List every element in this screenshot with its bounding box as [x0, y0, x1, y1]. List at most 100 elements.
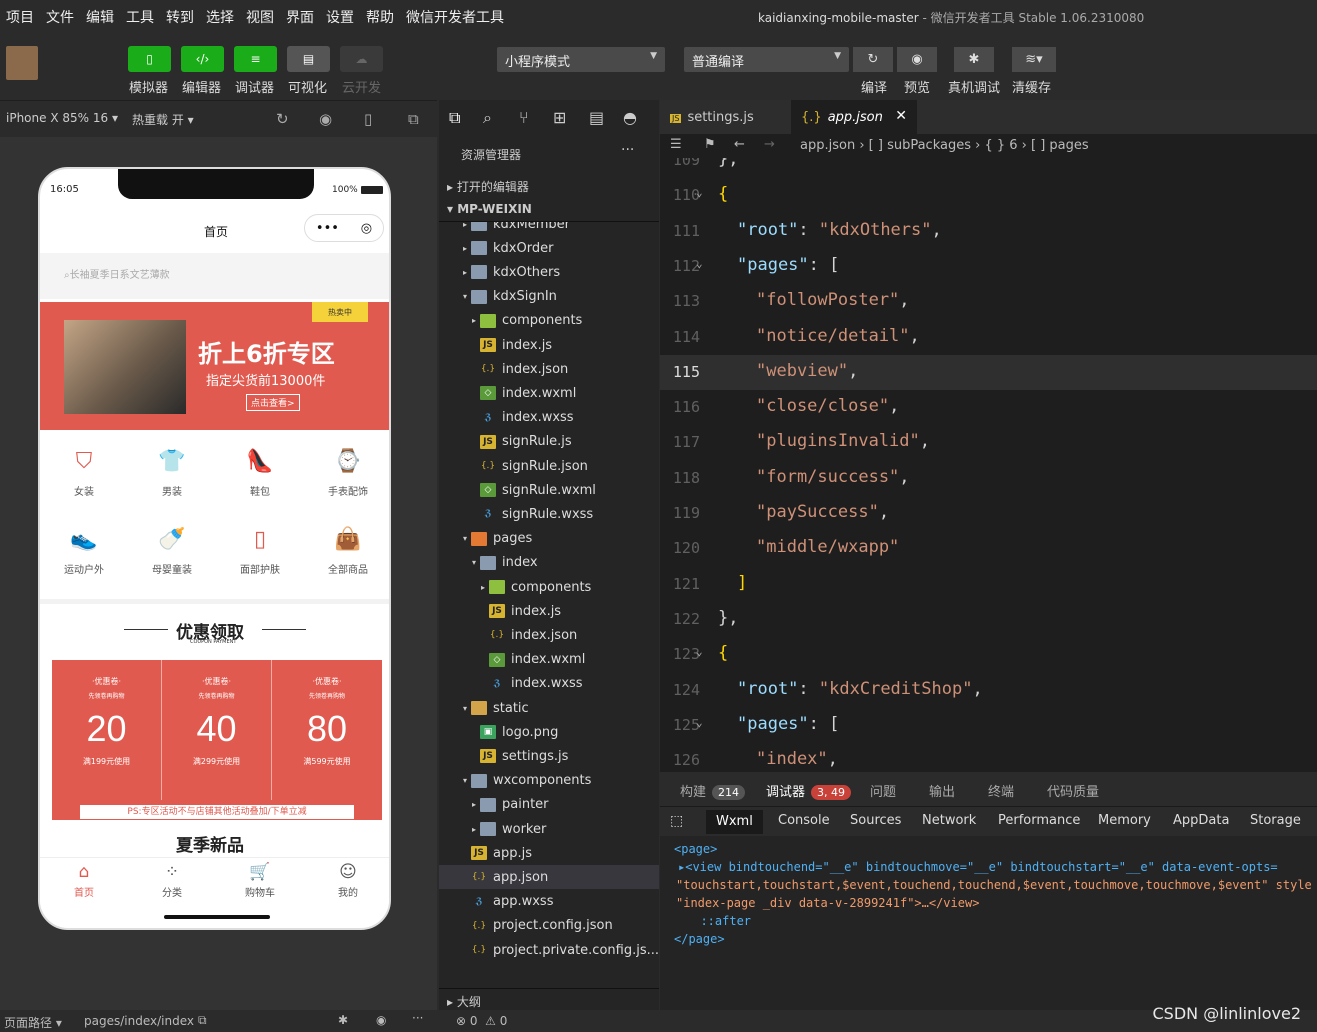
outline-section[interactable]: ▸ 大纲 [439, 988, 659, 1012]
extensions-icon[interactable]: ⊞ [553, 108, 566, 127]
bug-status-icon[interactable]: ✱ [338, 1013, 348, 1027]
inspect-icon[interactable]: ⬚ [670, 813, 683, 829]
devtools-panel-tab[interactable]: Wxml [706, 810, 763, 834]
breadcrumb-item[interactable]: [ ] pages [1031, 138, 1089, 153]
devtools-panel-tab[interactable]: Network [922, 813, 976, 828]
tree-item[interactable]: ℨindex.wxss [439, 406, 659, 430]
wxml-tree[interactable]: <page> ▸<view bindtouchend="__e" bindtouc… [660, 836, 1317, 1010]
tree-item[interactable]: ℨapp.wxss [439, 890, 659, 914]
docker-icon[interactable]: ◓ [623, 108, 637, 127]
tree-item[interactable]: JS signRule.js [439, 430, 659, 454]
reload-icon[interactable]: ↻ [276, 110, 289, 128]
menu-item[interactable]: 微信开发者工具 [400, 7, 510, 27]
coupon-card[interactable]: ·优惠卷· 先领卷再购物 20 满199元使用 [52, 660, 162, 800]
visual-toggle-button[interactable]: ▤ [287, 46, 330, 72]
clear-cache-button[interactable]: ≋▾ [1012, 47, 1056, 72]
tree-item[interactable]: ▸ kdxOthers [439, 260, 659, 284]
menu-item[interactable]: 设置 [320, 7, 360, 27]
tab-app-json[interactable]: {.} app.json ✕ [791, 100, 917, 134]
problems-indicator[interactable]: ⊗ 0 ⚠ 0 [456, 1014, 507, 1028]
coupon-card[interactable]: ·优惠卷· 先领卷再购物 40 满299元使用 [162, 660, 272, 800]
breadcrumb-item[interactable]: [ ] subPackages [869, 138, 971, 153]
devtools-tab[interactable]: 输出 [929, 781, 955, 800]
tree-item[interactable]: {.} app.json [439, 865, 659, 890]
tree-item[interactable]: {.} signRule.json [439, 454, 659, 478]
devtools-panel-tab[interactable]: Console [778, 813, 830, 828]
more-icon[interactable]: ••• [316, 221, 339, 236]
bookmark-icon[interactable]: ⚑ [704, 137, 716, 152]
editor-toggle-button[interactable]: ‹/› [181, 46, 224, 72]
code-area[interactable]: 109}, 110 ⌄{111 "root": "kdxOthers", 112 ⌄ "pa… [660, 158, 1317, 772]
tree-item[interactable]: ◇ signRule.wxml [439, 478, 659, 502]
list-icon[interactable]: ☰ [670, 137, 682, 152]
category-item[interactable]: ⌚ 手表配饰 [304, 439, 389, 513]
devtools-tab[interactable]: 代码质量 [1047, 781, 1099, 800]
close-tab-icon[interactable]: ✕ [895, 108, 907, 124]
breadcrumb-item[interactable]: { } 6 [984, 138, 1017, 153]
page-path-select[interactable]: 页面路径 ▾ [4, 1014, 62, 1031]
devtools-panel-tab[interactable]: Performance [998, 813, 1080, 828]
open-editors-section[interactable]: ▸ 打开的编辑器 [439, 174, 659, 198]
category-item[interactable]: 👟 运动户外 [40, 517, 128, 591]
capsule-menu[interactable]: ••• ◎ [304, 214, 384, 242]
category-item[interactable]: 🍼 母婴童装 [128, 517, 216, 591]
files-icon[interactable]: ⧉ [449, 108, 460, 128]
close-capsule-icon[interactable]: ◎ [361, 221, 372, 236]
hot-reload-select[interactable]: 热重载 开 ▾ [132, 111, 194, 128]
menu-item[interactable]: 工具 [120, 7, 160, 27]
tree-item[interactable]: {.} index.json [439, 357, 659, 381]
wxml-node-line[interactable]: <page> [674, 842, 717, 856]
category-item[interactable]: 👜 全部商品 [304, 517, 389, 591]
tree-item[interactable]: ▸ painter [439, 793, 659, 817]
tree-item[interactable]: ▾ index [439, 551, 659, 575]
wxml-node-line[interactable]: "index-page _div data-v-2899241f">…</vie… [676, 896, 979, 910]
tree-item[interactable]: ▾ static [439, 696, 659, 720]
tree-item[interactable]: JS app.js [439, 841, 659, 865]
compile-mode-select[interactable]: 普通编译 ▼ [684, 47, 849, 72]
devtools-panel-tab[interactable]: Memory [1098, 813, 1151, 828]
devtools-tab[interactable]: 终端 [988, 781, 1014, 800]
stop-icon[interactable]: ◉ [319, 110, 332, 128]
tree-item[interactable]: ▸ worker [439, 817, 659, 841]
tree-item[interactable]: JS index.js [439, 333, 659, 357]
device-select[interactable]: iPhone X 85% 16 ▾ [6, 111, 118, 125]
category-item[interactable]: 👠 鞋包 [216, 439, 304, 513]
cloud-toggle-button[interactable]: ☁ [340, 46, 383, 72]
wxml-node-line[interactable]: ::after [686, 914, 751, 928]
breadcrumb-item[interactable]: app.json [800, 138, 855, 153]
tabbar-item[interactable]: ⁘ 分类 [128, 862, 216, 908]
tabbar-item[interactable]: 🛒 购物车 [216, 862, 304, 908]
coupon-card[interactable]: ·优惠卷· 先领卷再购物 80 满599元使用 [272, 660, 382, 800]
tree-item[interactable]: {.} project.config.json [439, 914, 659, 938]
wxml-node-line[interactable]: "touchstart,touchstart,$event,touchend,t… [676, 878, 1312, 892]
tree-item[interactable]: ◇ index.wxml [439, 381, 659, 405]
tree-item[interactable]: ▸ kdxOrder [439, 236, 659, 260]
category-item[interactable]: ⛉ 女装 [40, 439, 128, 513]
debug-icon[interactable]: ▤ [589, 108, 604, 127]
tree-item[interactable]: ℨindex.wxss [439, 672, 659, 696]
tree-item[interactable]: ◇ index.wxml [439, 648, 659, 672]
tree-item[interactable]: ℨsignRule.wxss [439, 502, 659, 526]
tree-item[interactable]: ▾ wxcomponents [439, 769, 659, 793]
eye-status-icon[interactable]: ◉ [376, 1013, 386, 1027]
devtools-tab[interactable]: 调试器 3, 49 [766, 781, 852, 800]
menu-item[interactable]: 视图 [240, 7, 280, 27]
tree-item[interactable]: JS settings.js [439, 744, 659, 768]
back-icon[interactable]: ← [734, 137, 745, 152]
tree-item[interactable]: {.} project.private.config.js... [439, 938, 659, 962]
detach-icon[interactable]: ⧉ [408, 110, 419, 128]
menu-item[interactable]: 编辑 [80, 7, 120, 27]
tree-item[interactable]: ▸ components [439, 575, 659, 599]
fold-chevron-icon[interactable]: ⌄ [696, 186, 703, 199]
tree-item[interactable]: JS index.js [439, 599, 659, 623]
more-status-icon[interactable]: ··· [412, 1011, 423, 1025]
devtools-tab[interactable]: 构建 214 [680, 781, 746, 800]
banner-button[interactable]: 点击查看> [246, 394, 300, 411]
devtools-panel-tab[interactable]: Storage [1250, 813, 1301, 828]
search-input[interactable]: ⌕长袖夏季日系文艺薄款 [64, 266, 170, 281]
wxml-node-line[interactable]: </page> [674, 932, 725, 946]
real-device-debug-button[interactable]: ✱ [954, 47, 994, 72]
tabbar-item[interactable]: ☺ 我的 [304, 862, 389, 908]
wxml-node-line[interactable]: ▸<view bindtouchend="__e" bindtouchmove=… [678, 860, 1278, 874]
category-item[interactable]: 👕 男装 [128, 439, 216, 513]
